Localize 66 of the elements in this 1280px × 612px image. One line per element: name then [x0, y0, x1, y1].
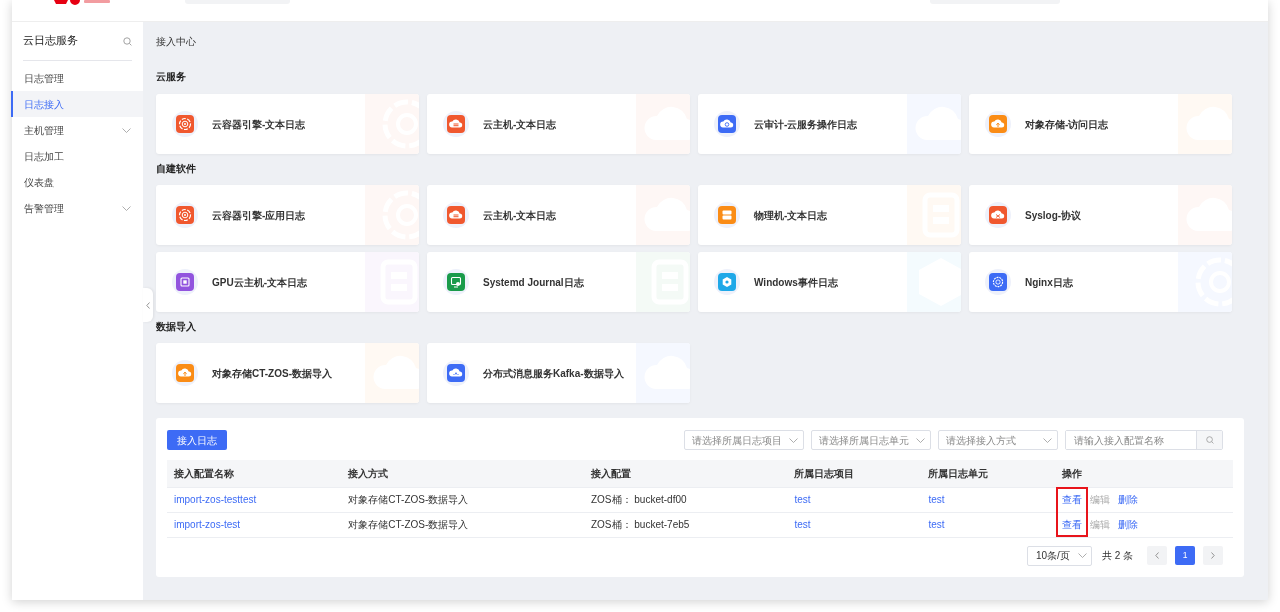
- search-field[interactable]: 请输入接入配置名称: [1065, 430, 1223, 450]
- previous-page-button[interactable]: [1147, 546, 1167, 565]
- action-link[interactable]: 查看: [1062, 519, 1083, 530]
- sidebar-item[interactable]: 日志管理: [11, 65, 143, 91]
- select-field[interactable]: 请选择所属日志单元: [811, 430, 931, 450]
- action-link[interactable]: 删除: [1118, 519, 1139, 530]
- service-card[interactable]: 云审计-云服务操作日志: [698, 94, 961, 154]
- table-cell: ZOS桶： bucket-7eb5: [583, 512, 788, 537]
- table-cell: ZOS桶： bucket-df00: [583, 487, 788, 512]
- chevron-down-icon: [916, 437, 925, 443]
- column-header: 接入配置名称: [167, 460, 342, 487]
- service-card[interactable]: GPU云主机-文本日志: [156, 252, 419, 312]
- service-card[interactable]: 云容器引擎-文本日志: [156, 94, 419, 154]
- column-header: 接入配置: [583, 460, 788, 487]
- chevron-down-icon: [1043, 437, 1052, 443]
- action-link[interactable]: 删除: [1118, 494, 1139, 505]
- service-card[interactable]: 分布式消息服务Kafka-数据导入: [427, 343, 690, 403]
- sidebar-item[interactable]: 仪表盘: [11, 169, 143, 195]
- chevron-right-icon: [1211, 552, 1215, 559]
- chevron-left-icon: [146, 301, 150, 309]
- column-header: 所属日志单元: [921, 460, 1056, 487]
- service-card[interactable]: 对象存储CT-ZOS-数据导入: [156, 343, 419, 403]
- service-card[interactable]: Nginx日志: [969, 252, 1232, 312]
- section-title: 数据导入: [156, 320, 197, 334]
- service-card[interactable]: Windows事件日志: [698, 252, 961, 312]
- search-button[interactable]: [1196, 431, 1222, 449]
- total-count: 共 2 条: [1101, 549, 1133, 563]
- sidebar-item[interactable]: 日志接入: [11, 91, 143, 117]
- unit-link[interactable]: test: [928, 494, 945, 505]
- unit-link[interactable]: test: [928, 519, 945, 530]
- section-title: 云服务: [156, 70, 187, 84]
- chevron-left-icon: [1155, 552, 1159, 559]
- page-size-select[interactable]: 10条/页: [1026, 545, 1092, 566]
- service-card[interactable]: 对象存储-访问日志: [969, 94, 1232, 154]
- add-log-button[interactable]: 接入日志: [167, 430, 227, 450]
- page-title: 接入中心: [156, 35, 197, 49]
- select-field[interactable]: 请选择接入方式: [938, 430, 1058, 450]
- section-title: 自建软件: [156, 162, 197, 176]
- column-header: 操作: [1055, 460, 1233, 487]
- service-card[interactable]: 物理机-文本日志: [698, 185, 961, 245]
- chevron-down-icon: [789, 437, 798, 443]
- table-cell: 对象存储CT-ZOS-数据导入: [341, 512, 584, 537]
- column-header: 所属日志项目: [787, 460, 922, 487]
- select-field[interactable]: 请选择所属日志项目: [684, 430, 804, 450]
- service-card[interactable]: 云主机-文本日志: [427, 94, 690, 154]
- column-header: 接入方式: [341, 460, 584, 487]
- search-icon: [1205, 436, 1214, 444]
- service-card[interactable]: Syslog-协议: [969, 185, 1232, 245]
- service-card[interactable]: Systemd Journal日志: [427, 252, 690, 312]
- config-name-link[interactable]: import-zos-testtest: [174, 494, 257, 505]
- collapse-handle[interactable]: [143, 288, 153, 322]
- sidebar-item[interactable]: 日志加工: [11, 143, 143, 169]
- chevron-down-icon: [1077, 553, 1087, 558]
- sidebar-item[interactable]: 主机管理: [11, 117, 143, 143]
- page-button[interactable]: 1: [1175, 546, 1195, 565]
- table-cell: 对象存储CT-ZOS-数据导入: [341, 487, 584, 512]
- sidebar-item[interactable]: 告警管理: [11, 195, 143, 221]
- service-card[interactable]: 云容器引擎-应用日志: [156, 185, 419, 245]
- action-link[interactable]: 查看: [1062, 494, 1083, 505]
- sidebar-title: 云日志服务: [23, 33, 78, 49]
- next-page-button[interactable]: [1203, 546, 1223, 565]
- search-icon[interactable]: [123, 36, 132, 46]
- config-name-link[interactable]: import-zos-test: [174, 519, 241, 530]
- service-card[interactable]: 云主机-文本日志: [427, 185, 690, 245]
- project-link[interactable]: test: [794, 519, 811, 530]
- project-link[interactable]: test: [794, 494, 811, 505]
